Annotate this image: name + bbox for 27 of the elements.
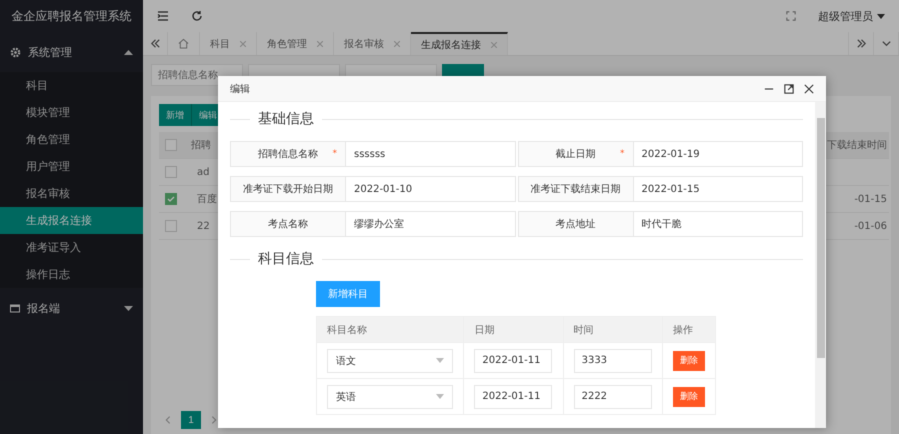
section-legend: 基础信息 [258, 110, 314, 128]
field-label: 考点地址 [518, 211, 634, 237]
field-label: 截止日期 * [518, 141, 634, 167]
required-mark: * [620, 149, 624, 159]
field-label: 准考证下载开始日期 [230, 176, 346, 202]
tab-label: 生成报名连接 [421, 38, 481, 52]
app-title: 金企应聘报名管理系统 [10, 8, 132, 24]
sidebar-group-label: 报名端 [27, 300, 61, 316]
sidebar-group-label: 系统管理 [28, 44, 73, 60]
field-value: ssssss [346, 141, 516, 167]
column-header: 日期 [464, 316, 564, 342]
column-header: 科目名称 [316, 316, 464, 342]
field-label: 招聘信息名称 * [230, 141, 346, 167]
section-legend: 科目信息 [258, 250, 314, 268]
field-value: 时代干脆 [634, 211, 803, 237]
column-header: 时间 [563, 316, 662, 342]
field-label: 准考证下载结束日期 [518, 176, 634, 202]
tab-label: 科目 [210, 38, 230, 50]
tab-label: 报名审核 [344, 38, 384, 50]
field-label: 考点名称 [230, 211, 346, 237]
field-value: 2022-01-15 [634, 176, 803, 202]
field-value: 2022-01-10 [346, 176, 516, 202]
field-value: 缪缪办公室 [346, 211, 516, 237]
field-value: 2022-01-19 [634, 141, 803, 167]
tab-label: 角色管理 [267, 38, 307, 50]
required-mark: * [332, 149, 337, 159]
column-header: 操作 [662, 316, 716, 342]
